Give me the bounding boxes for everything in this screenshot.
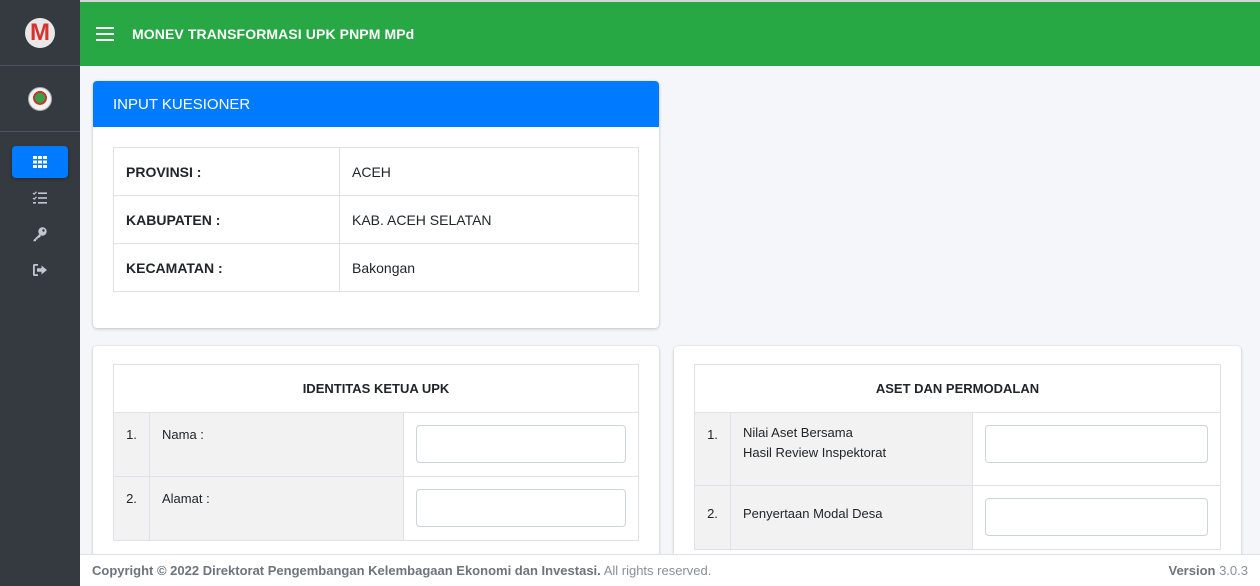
label-line: Hasil Review Inspektorat xyxy=(743,445,887,460)
table-row: KABUPATEN : KAB. ACEH SELATAN xyxy=(113,195,639,244)
modal-desa-label: Penyertaan Modal Desa xyxy=(730,485,973,550)
row-number: 1. xyxy=(694,412,731,486)
provinsi-label: PROVINSI : xyxy=(113,147,340,196)
nama-cell xyxy=(403,412,639,477)
identitas-header: IDENTITAS KETUA UPK xyxy=(113,364,639,413)
kabupaten-label: KABUPATEN : xyxy=(113,195,340,244)
kabupaten-value: KAB. ACEH SELATAN xyxy=(339,195,639,244)
key-icon xyxy=(33,227,47,242)
provinsi-value: ACEH xyxy=(339,147,639,196)
kecamatan-value: Bakongan xyxy=(339,243,639,292)
sidebar-item-logout[interactable] xyxy=(12,254,68,286)
alamat-label: Alamat : xyxy=(149,476,404,541)
table-row: 1. Nilai Aset Bersama Hasil Review Inspe… xyxy=(694,412,1221,486)
alamat-cell xyxy=(403,476,639,541)
input-kuesioner-card: INPUT KUESIONER PROVINSI : ACEH KABUPATE… xyxy=(93,81,659,328)
alamat-input[interactable] xyxy=(416,489,626,527)
main-content: INPUT KUESIONER PROVINSI : ACEH KABUPATE… xyxy=(80,66,1260,566)
identitas-table: IDENTITAS KETUA UPK 1. Nama : 2. Alamat … xyxy=(113,364,639,541)
copyright-rest: All rights reserved. xyxy=(603,563,712,578)
version-info: Version 3.0.3 xyxy=(1168,563,1248,578)
aset-card: ASET DAN PERMODALAN 1. Nilai Aset Bersam… xyxy=(674,346,1241,566)
sidebar-item-kuesioner[interactable] xyxy=(12,182,68,214)
table-row: 2. Alamat : xyxy=(113,476,639,541)
version-number: 3.0.3 xyxy=(1219,563,1248,578)
checklist-icon xyxy=(32,191,47,204)
nilai-aset-input[interactable] xyxy=(985,425,1208,463)
kecamatan-label: KECAMATAN : xyxy=(113,243,340,292)
nama-label: Nama : xyxy=(149,412,404,477)
user-panel xyxy=(0,66,80,132)
nilai-aset-cell xyxy=(972,412,1221,486)
row-number: 2. xyxy=(113,476,150,541)
table-row: PROVINSI : ACEH xyxy=(113,147,639,196)
row-number: 1. xyxy=(113,412,150,477)
identitas-card: IDENTITAS KETUA UPK 1. Nama : 2. Alamat … xyxy=(93,346,659,566)
copyright-bold: Copyright © 2022 Direktorat Pengembangan… xyxy=(92,563,601,578)
sign-out-icon xyxy=(33,264,47,276)
brand-link[interactable]: M xyxy=(0,0,80,66)
app-logo: M xyxy=(25,17,55,48)
row-number: 2. xyxy=(694,485,731,550)
table-row: 1. Nama : xyxy=(113,412,639,477)
top-navbar: MONEV TRANSFORMASI UPK PNPM MPd xyxy=(80,0,1260,66)
label-line: Nilai Aset Bersama xyxy=(743,425,853,440)
app-title: MONEV TRANSFORMASI UPK PNPM MPd xyxy=(132,26,415,42)
table-row: KECAMATAN : Bakongan xyxy=(113,243,639,292)
location-table: PROVINSI : ACEH KABUPATEN : KAB. ACEH SE… xyxy=(113,147,639,292)
aset-header: ASET DAN PERMODALAN xyxy=(694,364,1221,413)
aset-table: ASET DAN PERMODALAN 1. Nilai Aset Bersam… xyxy=(694,364,1221,550)
grid-icon xyxy=(33,156,47,168)
modal-desa-cell xyxy=(972,485,1221,550)
copyright-text: Copyright © 2022 Direktorat Pengembangan… xyxy=(92,563,711,578)
table-row: 2. Penyertaan Modal Desa xyxy=(694,485,1221,550)
menu-toggle-icon[interactable] xyxy=(96,27,114,41)
card-title: INPUT KUESIONER xyxy=(93,81,659,127)
version-label: Version xyxy=(1168,563,1216,578)
nama-input[interactable] xyxy=(416,425,626,463)
app-logo-letter: M xyxy=(30,18,50,46)
sidebar-item-password[interactable] xyxy=(12,218,68,250)
sidebar-nav xyxy=(0,132,80,286)
nilai-aset-label: Nilai Aset Bersama Hasil Review Inspekto… xyxy=(730,412,973,486)
modal-desa-input[interactable] xyxy=(985,498,1208,536)
avatar[interactable] xyxy=(28,86,52,111)
footer: Copyright © 2022 Direktorat Pengembangan… xyxy=(80,554,1260,586)
sidebar: M xyxy=(0,0,80,586)
sidebar-item-dashboard[interactable] xyxy=(12,146,68,178)
